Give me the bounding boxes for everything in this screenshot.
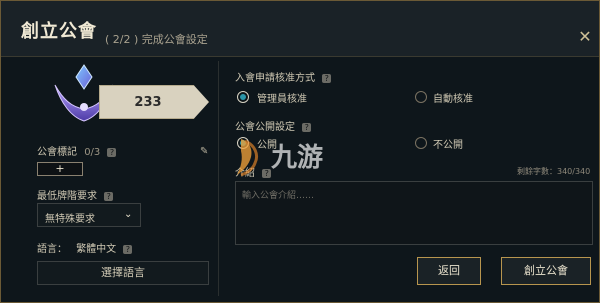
dialog-title: 創立公會 [21,21,97,42]
add-emblem-button[interactable]: + [37,162,83,176]
char-count: 剩餘字數：340/340 [517,167,591,176]
help-icon[interactable]: ? [107,147,117,157]
visibility-label: 公會公開設定 [235,122,295,133]
chevron-down-icon: ⌄ [124,209,133,220]
help-icon[interactable]: ? [262,168,272,178]
help-icon[interactable]: ? [123,244,133,254]
visibility-private-label: 不公開 [433,140,463,151]
min-rank-selected: 無特殊要求 [45,214,95,225]
min-rank-row: 最低牌階要求 ? [37,187,114,202]
min-rank-label: 最低牌階要求 [37,191,97,202]
visibility-row: 公會公開設定 ? [235,118,312,133]
intro-label: 介紹 [235,168,255,179]
intro-textarea[interactable]: 輸入公會介紹…… [235,181,593,245]
create-guild-button[interactable]: 創立公會 [501,257,591,285]
join-auto-radio[interactable] [415,91,427,103]
join-method-label: 入會申請核准方式 [235,73,315,84]
back-button[interactable]: 返回 [417,257,481,285]
select-language-button[interactable]: 選擇語言 [37,261,209,285]
close-icon[interactable]: ✕ [577,29,593,45]
guild-score-value: 233 [134,95,162,110]
right-panel: 入會申請核准方式 ? 管理員核准 自動核准 公會公開設定 ? 公開 不公開 介紹… [235,61,595,296]
emblem-row: 公會標記 0/3 ? [37,143,117,158]
visibility-public-radio[interactable] [237,137,249,149]
help-icon[interactable]: ? [322,73,332,83]
help-icon[interactable]: ? [104,191,114,201]
pencil-icon[interactable]: ✎ [200,147,210,157]
language-value: 繁體中文 [76,244,117,255]
min-rank-select[interactable]: 無特殊要求 ⌄ [37,203,141,227]
emblem-label: 公會標記 [37,147,77,158]
visibility-private-radio[interactable] [415,137,427,149]
visibility-public-label: 公開 [257,140,277,151]
join-auto-label: 自動核准 [433,94,473,105]
left-panel: 233 公會標記 0/3 ? ✎ + 最低牌階要求 ? 無特殊要求 ⌄ 語言： … [19,61,219,296]
create-guild-dialog: 創立公會 ( 2/2 ) 完成公會設定 ✕ 233 公會標記 0/3 ? ✎ +… [0,0,600,303]
join-admin-radio[interactable] [237,91,249,103]
dialog-subtitle: ( 2/2 ) 完成公會設定 [105,33,208,46]
emblem-count: 0/3 [84,147,101,158]
join-method-row: 入會申請核准方式 ? [235,69,332,84]
intro-placeholder: 輸入公會介紹…… [242,191,315,201]
dialog-header: 創立公會 ( 2/2 ) 完成公會設定 ✕ [1,1,599,57]
language-label: 語言： [37,244,67,255]
intro-row: 介紹 ? [235,164,272,179]
guild-score-badge: 233 [99,85,209,119]
help-icon[interactable]: ? [302,122,312,132]
join-admin-label: 管理員核准 [257,94,307,105]
language-row: 語言： 繁體中文 ? [37,240,133,255]
